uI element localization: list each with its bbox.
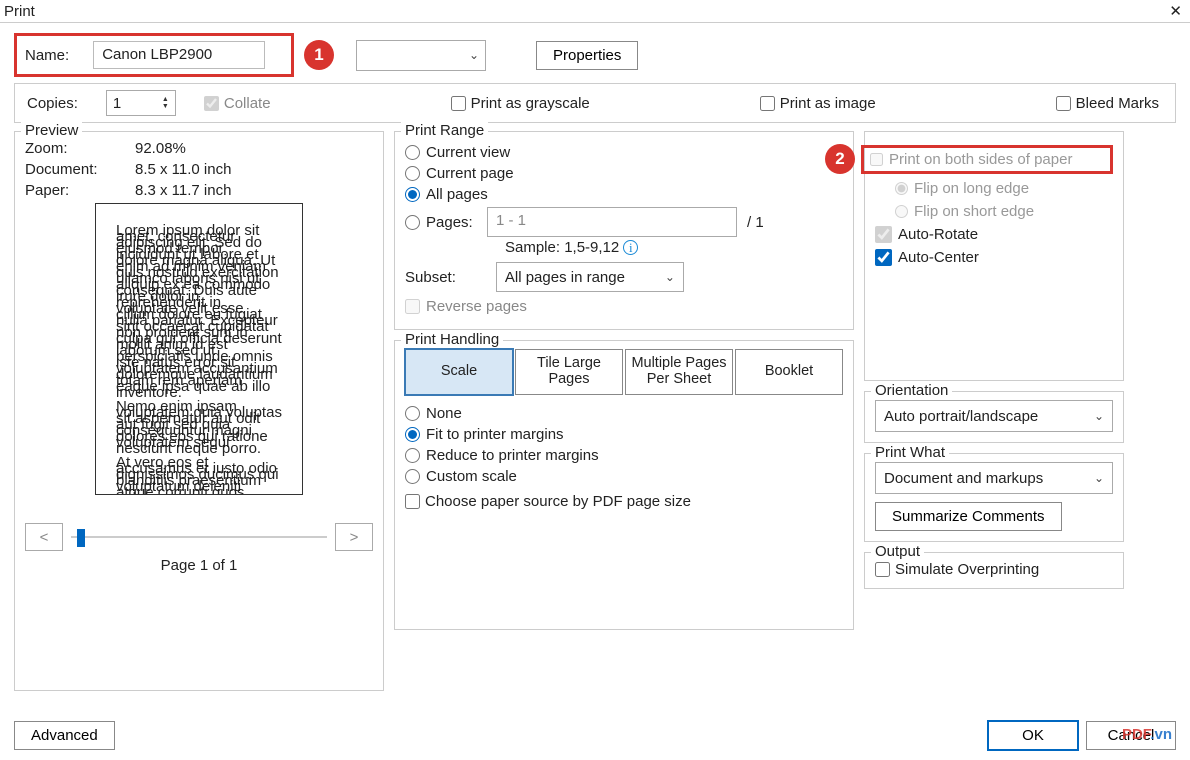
info-icon[interactable]: i [623, 240, 638, 255]
reverse-pages-checkbox: Reverse pages [405, 298, 843, 315]
printer-name-group: Name: Canon LBP2900 [14, 33, 294, 77]
bleed-marks-checkbox[interactable]: Bleed Marks [1056, 95, 1159, 112]
name-label: Name: [25, 47, 69, 64]
scale-fit-radio[interactable]: Fit to printer margins [405, 426, 843, 443]
subset-label: Subset: [405, 269, 456, 286]
cancel-button[interactable]: Cancel [1086, 721, 1176, 750]
properties-button[interactable]: Properties [536, 41, 638, 70]
copies-label: Copies: [27, 95, 78, 112]
callout-badge-2: 2 [825, 144, 855, 174]
window-title: Print [4, 3, 35, 20]
callout-badge-1: 1 [304, 40, 334, 70]
print-as-image-checkbox[interactable]: Print as image [760, 95, 876, 112]
auto-rotate-checkbox: Auto-Rotate [875, 226, 1113, 243]
auto-center-checkbox[interactable]: Auto-Center [875, 249, 1113, 266]
pages-radio[interactable]: Pages: [405, 214, 477, 231]
duplex-label: Print on both sides of paper [889, 151, 1072, 168]
scale-custom-radio[interactable]: Custom scale [405, 468, 843, 485]
spin-icon[interactable]: ▲▼ [162, 96, 169, 110]
next-page-button[interactable]: > [335, 523, 373, 551]
subset-select[interactable]: All pages in range⌄ [496, 262, 684, 292]
document-label: Document: [25, 161, 135, 178]
current-view-radio[interactable]: Current view [405, 144, 843, 161]
prev-page-button[interactable]: < [25, 523, 63, 551]
sample-text: Sample: 1,5-9,12 [505, 239, 619, 256]
preview-legend: Preview [21, 122, 82, 139]
print-handling-legend: Print Handling [401, 331, 503, 348]
secondary-printer-select[interactable]: ⌄ [356, 40, 486, 71]
zoom-label: Zoom: [25, 140, 135, 157]
print-what-select[interactable]: Document and markups⌄ [875, 462, 1113, 494]
tab-scale[interactable]: Scale [405, 349, 513, 395]
pages-input[interactable]: 1 - 1 [487, 207, 737, 237]
collate-checkbox: Collate [204, 95, 271, 112]
ok-button[interactable]: OK [988, 721, 1078, 750]
grayscale-checkbox[interactable]: Print as grayscale [451, 95, 590, 112]
orientation-legend: Orientation [871, 382, 952, 399]
print-range-legend: Print Range [401, 122, 488, 139]
scale-none-radio[interactable]: None [405, 405, 843, 422]
duplex-checkbox [870, 153, 883, 166]
copies-input[interactable]: 1 ▲▼ [106, 90, 176, 116]
tab-multiple[interactable]: Multiple Pages Per Sheet [625, 349, 733, 395]
simulate-overprinting-checkbox[interactable]: Simulate Overprinting [875, 561, 1113, 578]
paper-label: Paper: [25, 182, 135, 199]
current-page-radio[interactable]: Current page [405, 165, 843, 182]
printer-name-field[interactable]: Canon LBP2900 [93, 41, 265, 69]
tab-tile[interactable]: Tile Large Pages [515, 349, 623, 395]
tab-booklet[interactable]: Booklet [735, 349, 843, 395]
advanced-button[interactable]: Advanced [14, 721, 115, 750]
all-pages-radio[interactable]: All pages [405, 186, 843, 203]
document-value: 8.5 x 11.0 inch [135, 161, 231, 178]
scale-reduce-radio[interactable]: Reduce to printer margins [405, 447, 843, 464]
page-preview: Lorem ipsum dolor sit amet, consectetur … [95, 203, 303, 495]
orientation-select[interactable]: Auto portrait/landscape⌄ [875, 400, 1113, 432]
close-icon[interactable]: ✕ [1169, 2, 1182, 20]
output-legend: Output [871, 543, 924, 560]
zoom-value: 92.08% [135, 140, 186, 157]
flip-long-edge-radio: Flip on long edge [895, 180, 1113, 197]
print-what-legend: Print What [871, 444, 949, 461]
pages-total: / 1 [747, 214, 764, 231]
copies-value: 1 [113, 95, 121, 112]
summarize-comments-button[interactable]: Summarize Comments [875, 502, 1062, 531]
page-slider[interactable] [71, 528, 327, 546]
page-indicator: Page 1 of 1 [25, 557, 373, 574]
flip-short-edge-radio: Flip on short edge [895, 203, 1113, 220]
paper-value: 8.3 x 11.7 inch [135, 182, 231, 199]
paper-source-checkbox[interactable]: Choose paper source by PDF page size [405, 493, 843, 510]
